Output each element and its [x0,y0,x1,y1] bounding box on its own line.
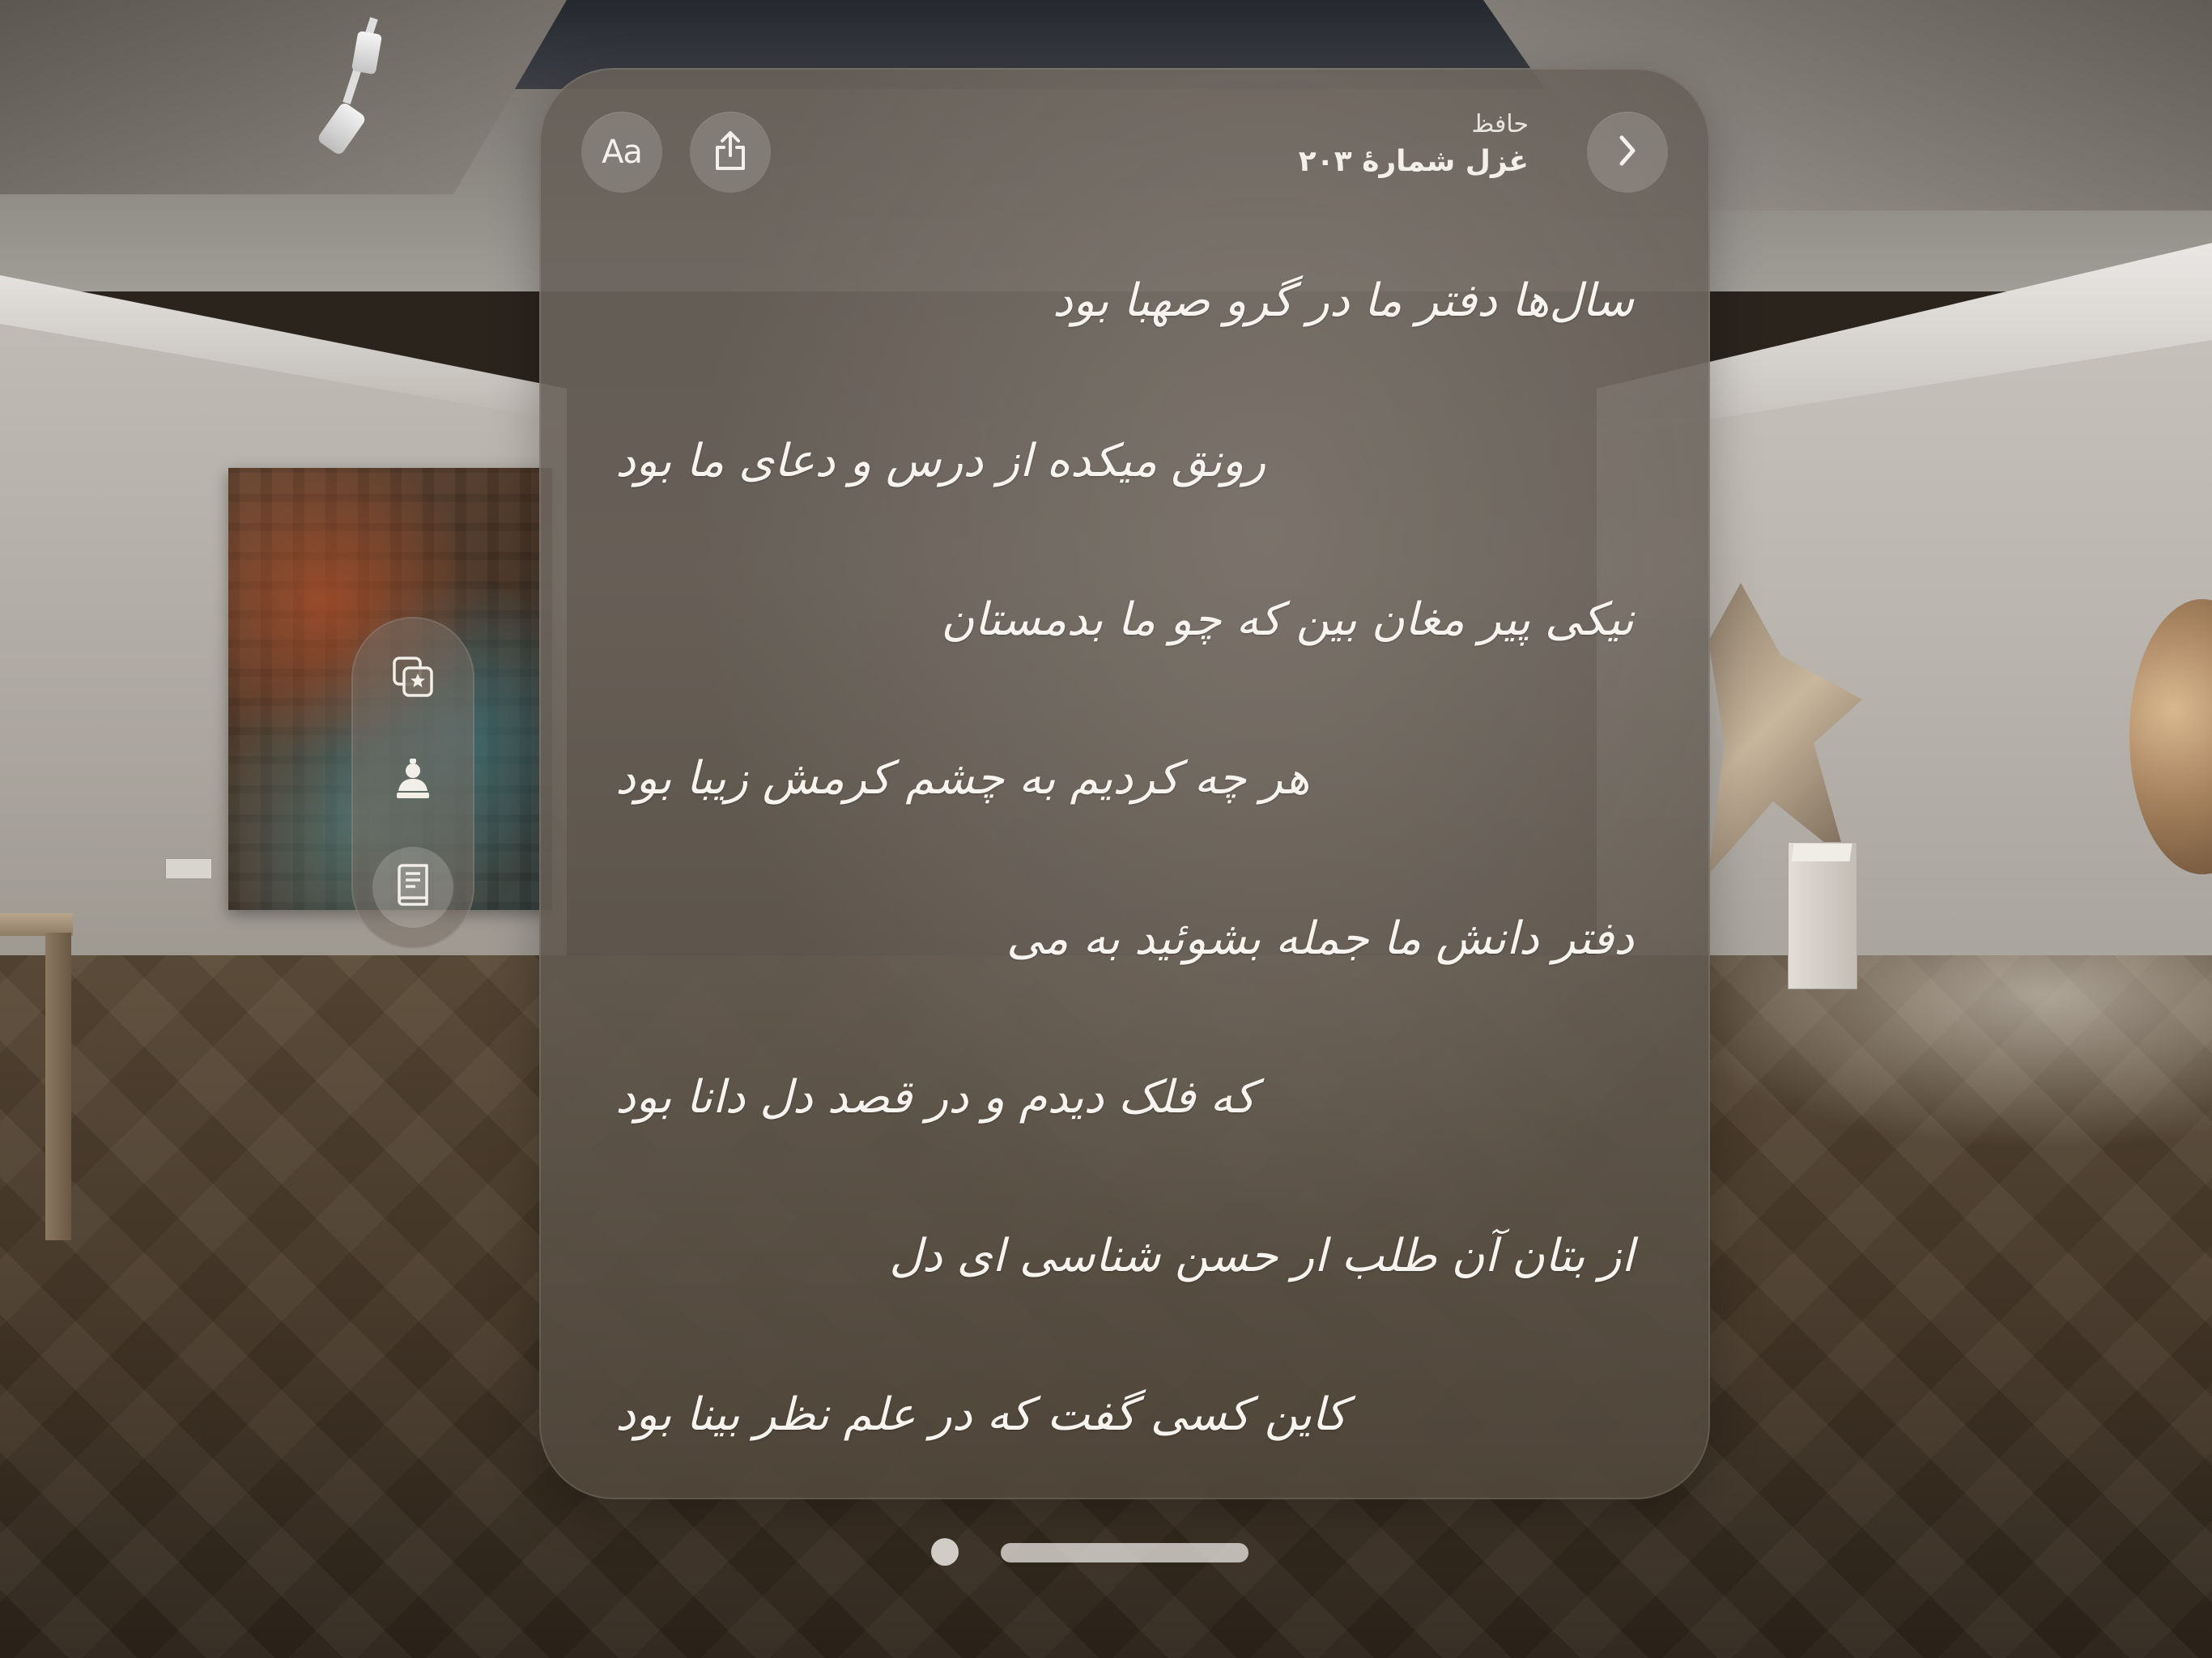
pedestal [1788,842,1857,989]
floor-light [1645,955,2212,1150]
poet-icon [393,757,432,804]
verse-line: نیکی پیر مغان بین که چو ما بدمستان [941,593,1634,646]
bench [0,913,73,1245]
verse-line: که فلک دیدم و در قصد دل دانا بود [615,1071,1257,1124]
spotlight [316,16,383,157]
poem-window: Aa حافظ غزل شمارهٔ ۲۰۳ سال‌ها دفتر ما در… [539,68,1710,1499]
poets-button[interactable] [372,740,453,821]
verse-line: رونق میکده از درس و دعای ما بود [615,435,1266,487]
side-ornament [351,617,474,949]
poems-button[interactable] [372,847,453,928]
book-icon [394,864,432,911]
favorites-button[interactable] [372,638,453,719]
poem-verses: سال‌ها دفتر ما در گرو صهبا بود رونق میکد… [539,68,1710,1499]
verse-line: از بتان آن طلب ار حسن شناسی ای دل [889,1230,1634,1282]
pedestal-placard [1791,844,1853,861]
verse-line: کاین کسی گفت که در علم نظر بینا بود [615,1388,1347,1441]
window-close-dot[interactable] [931,1538,959,1566]
wall-label [165,858,212,879]
favorites-collection-icon [391,655,435,702]
verse-line: هر چه کردیم به چشم کرمش زیبا بود [615,752,1310,805]
verse-line: سال‌ها دفتر ما در گرو صهبا بود [1053,274,1634,327]
verse-line: دفتر دانش ما جمله بشوئید به می [1006,912,1634,965]
window-grabber-bar[interactable] [1001,1543,1249,1562]
